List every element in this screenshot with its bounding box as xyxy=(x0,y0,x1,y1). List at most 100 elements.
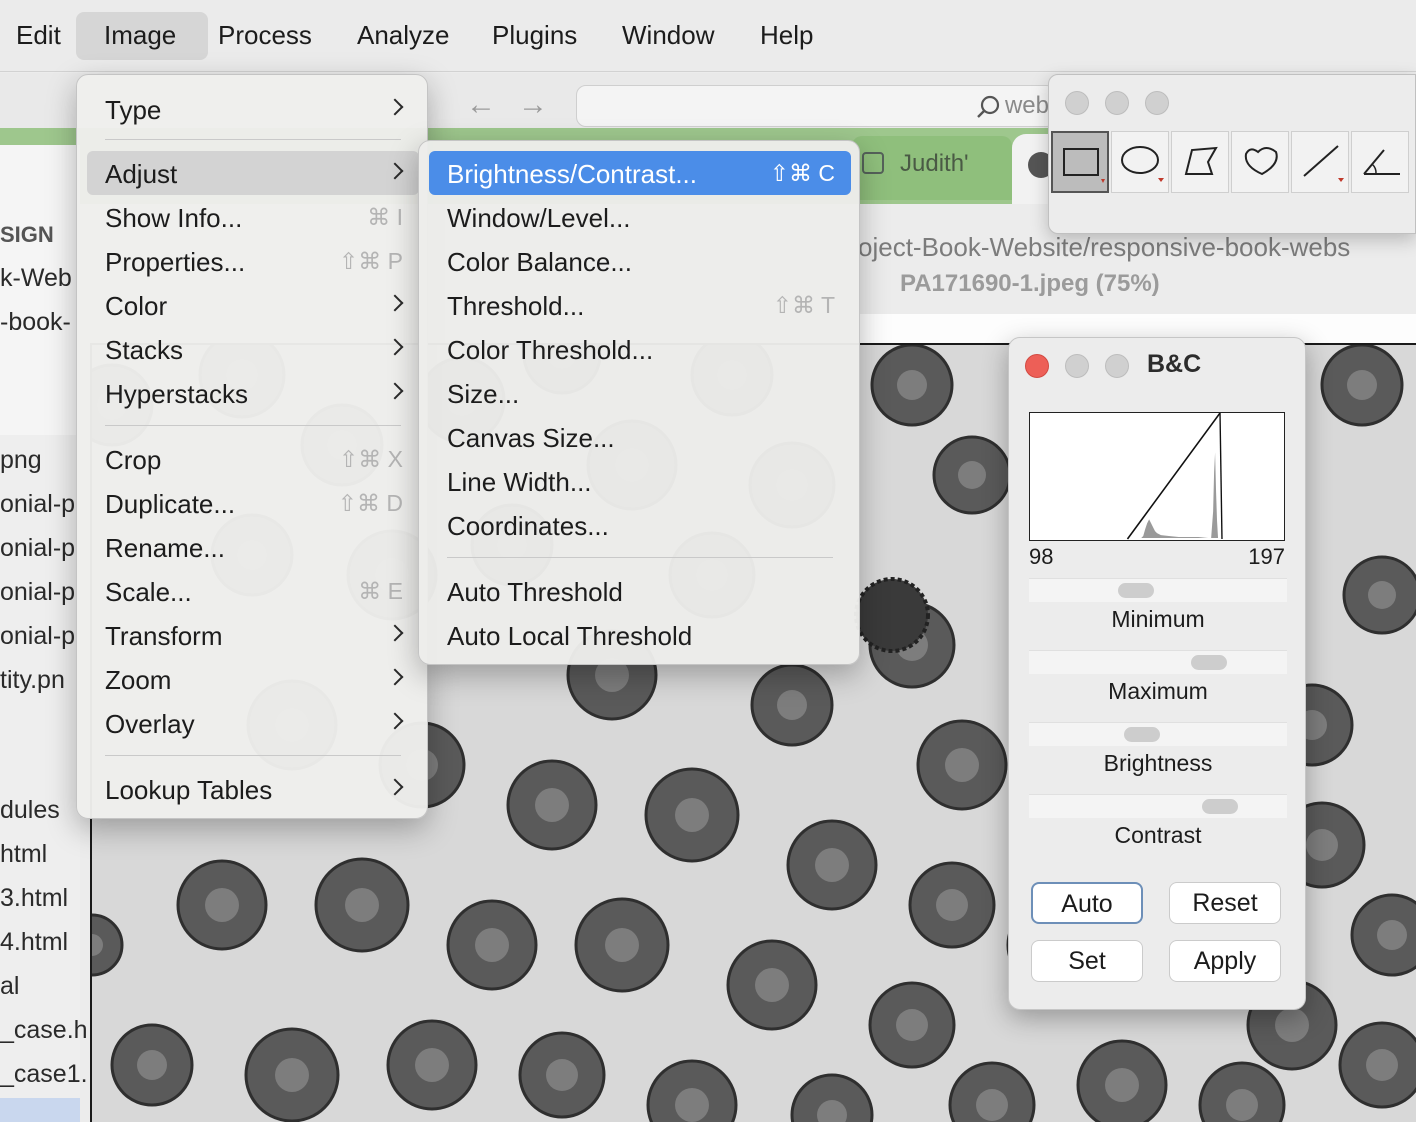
minimize-button[interactable] xyxy=(1065,354,1089,378)
menu-item-hyperstacks[interactable]: Hyperstacks xyxy=(87,371,419,415)
submenu-item-size[interactable]: Size... xyxy=(429,371,851,415)
sidebar-selected-row[interactable] xyxy=(0,1098,80,1122)
menu-item-crop[interactable]: Crop ⇧⌘ X xyxy=(87,437,419,481)
set-button[interactable]: Set xyxy=(1031,940,1143,982)
menu-item-rename[interactable]: Rename... xyxy=(87,525,419,569)
submenu-item-label: Brightness/Contrast... xyxy=(447,159,697,189)
sidebar-item[interactable]: onial-p xyxy=(0,578,75,607)
freehand-tool[interactable] xyxy=(1231,131,1289,193)
menu-item-adjust[interactable]: Adjust xyxy=(87,151,419,195)
sidebar-item[interactable]: onial-p xyxy=(0,534,75,563)
zoom-button[interactable] xyxy=(1105,354,1129,378)
sidebar-item[interactable]: onial-p xyxy=(0,622,75,651)
polygon-tool[interactable] xyxy=(1171,131,1229,193)
rectangle-tool[interactable] xyxy=(1051,131,1109,193)
submenu-item-auto-threshold[interactable]: Auto Threshold xyxy=(429,569,851,613)
sidebar-item[interactable]: html xyxy=(0,840,47,869)
slider-knob[interactable] xyxy=(1124,727,1160,742)
submenu-item-threshold[interactable]: Threshold... ⇧⌘ T xyxy=(429,283,851,327)
back-arrow-icon[interactable]: ← xyxy=(466,88,496,122)
angle-tool[interactable] xyxy=(1351,131,1409,193)
menu-item-label: Color xyxy=(105,291,168,321)
submenu-item-coordinates[interactable]: Coordinates... xyxy=(429,503,851,547)
sidebar-item[interactable]: _case.h xyxy=(0,1016,88,1045)
auto-button[interactable]: Auto xyxy=(1031,882,1143,924)
sidebar-item[interactable]: tity.pn xyxy=(0,666,65,695)
document-path: oject-Book-Website/responsive-book-webs xyxy=(858,232,1351,262)
submenu-item-label: Coordinates... xyxy=(447,511,609,541)
sidebar-item[interactable]: k-Web xyxy=(0,264,72,293)
sidebar-item[interactable]: al xyxy=(0,972,19,1001)
menu-bar: Edit Image Process Analyze Plugins Windo… xyxy=(0,0,1416,72)
submenu-item-line-width[interactable]: Line Width... xyxy=(429,459,851,503)
menu-item-type[interactable]: Type xyxy=(87,87,419,131)
menu-help[interactable]: Help xyxy=(748,12,825,60)
minimize-button[interactable] xyxy=(1105,91,1129,115)
sidebar-item[interactable]: -book- xyxy=(0,308,71,337)
oval-tool[interactable] xyxy=(1111,131,1169,193)
chevron-right-icon xyxy=(386,382,404,400)
submenu-item-auto-local-threshold[interactable]: Auto Local Threshold xyxy=(429,613,851,657)
menu-item-shortcut: ⇧⌘ X xyxy=(338,446,403,472)
forward-arrow-icon[interactable]: → xyxy=(518,88,548,122)
menu-item-shortcut: ⇧⌘ P xyxy=(338,248,403,274)
minimum-slider[interactable] xyxy=(1029,578,1287,602)
submenu-item-canvas-size[interactable]: Canvas Size... xyxy=(429,415,851,459)
address-bar[interactable]: web xyxy=(576,85,1056,127)
menu-process[interactable]: Process xyxy=(206,12,324,60)
line-tool[interactable] xyxy=(1291,131,1349,193)
menu-analyze[interactable]: Analyze xyxy=(345,12,462,60)
contrast-slider[interactable] xyxy=(1029,794,1287,818)
menu-separator xyxy=(105,755,401,756)
menu-image[interactable]: Image xyxy=(76,12,208,60)
menu-edit[interactable]: Edit xyxy=(4,12,73,60)
menu-item-label: Rename... xyxy=(105,533,225,563)
menu-item-color[interactable]: Color xyxy=(87,283,419,327)
slider-knob[interactable] xyxy=(1118,583,1154,598)
slider-knob[interactable] xyxy=(1202,799,1238,814)
browser-tab[interactable]: Judith' xyxy=(852,136,1012,200)
menu-item-show-info[interactable]: Show Info... ⌘ I xyxy=(87,195,419,239)
menu-item-duplicate[interactable]: Duplicate... ⇧⌘ D xyxy=(87,481,419,525)
submenu-item-window-level[interactable]: Window/Level... xyxy=(429,195,851,239)
menu-item-transform[interactable]: Transform xyxy=(87,613,419,657)
close-button[interactable] xyxy=(1025,354,1049,378)
chevron-right-icon xyxy=(386,98,404,116)
sidebar-item[interactable]: onial-p xyxy=(0,490,75,519)
menu-item-label: Properties... xyxy=(105,247,246,277)
menu-item-lookup-tables[interactable]: Lookup Tables xyxy=(87,767,419,811)
search-icon xyxy=(977,95,1000,118)
apply-button[interactable]: Apply xyxy=(1169,940,1281,982)
zoom-button[interactable] xyxy=(1145,91,1169,115)
brightness-slider[interactable] xyxy=(1029,722,1287,746)
sidebar-item[interactable]: dules xyxy=(0,796,60,825)
display-max-value: 197 xyxy=(1248,544,1285,569)
sidebar-item[interactable]: png xyxy=(0,446,42,475)
sidebar-item[interactable]: _case1. xyxy=(0,1060,88,1089)
submenu-item-brightness-contrast[interactable]: Brightness/Contrast... ⇧⌘ C xyxy=(429,151,851,195)
menu-separator xyxy=(447,557,833,558)
sidebar-item[interactable]: SIGN xyxy=(0,222,54,248)
oval-tool-icon xyxy=(1121,146,1164,182)
slider-knob[interactable] xyxy=(1191,655,1227,670)
submenu-item-color-threshold[interactable]: Color Threshold... xyxy=(429,327,851,371)
menu-item-properties[interactable]: Properties... ⇧⌘ P xyxy=(87,239,419,283)
submenu-item-label: Line Width... xyxy=(447,467,592,497)
menu-item-label: Overlay xyxy=(105,709,195,739)
menu-plugins[interactable]: Plugins xyxy=(480,12,589,60)
submenu-item-color-balance[interactable]: Color Balance... xyxy=(429,239,851,283)
menu-item-scale[interactable]: Scale... ⌘ E xyxy=(87,569,419,613)
chevron-right-icon xyxy=(386,668,404,686)
chevron-right-icon xyxy=(386,162,404,180)
maximum-slider[interactable] xyxy=(1029,650,1287,674)
sidebar-item[interactable]: 3.html xyxy=(0,884,68,913)
menu-window[interactable]: Window xyxy=(610,12,726,60)
chevron-right-icon xyxy=(386,624,404,642)
reset-button[interactable]: Reset xyxy=(1169,882,1281,924)
close-button[interactable] xyxy=(1065,91,1089,115)
menu-item-stacks[interactable]: Stacks xyxy=(87,327,419,371)
menu-item-overlay[interactable]: Overlay xyxy=(87,701,419,745)
tab-label: Judith' xyxy=(900,150,969,177)
menu-item-zoom[interactable]: Zoom xyxy=(87,657,419,701)
sidebar-item[interactable]: 4.html xyxy=(0,928,68,957)
